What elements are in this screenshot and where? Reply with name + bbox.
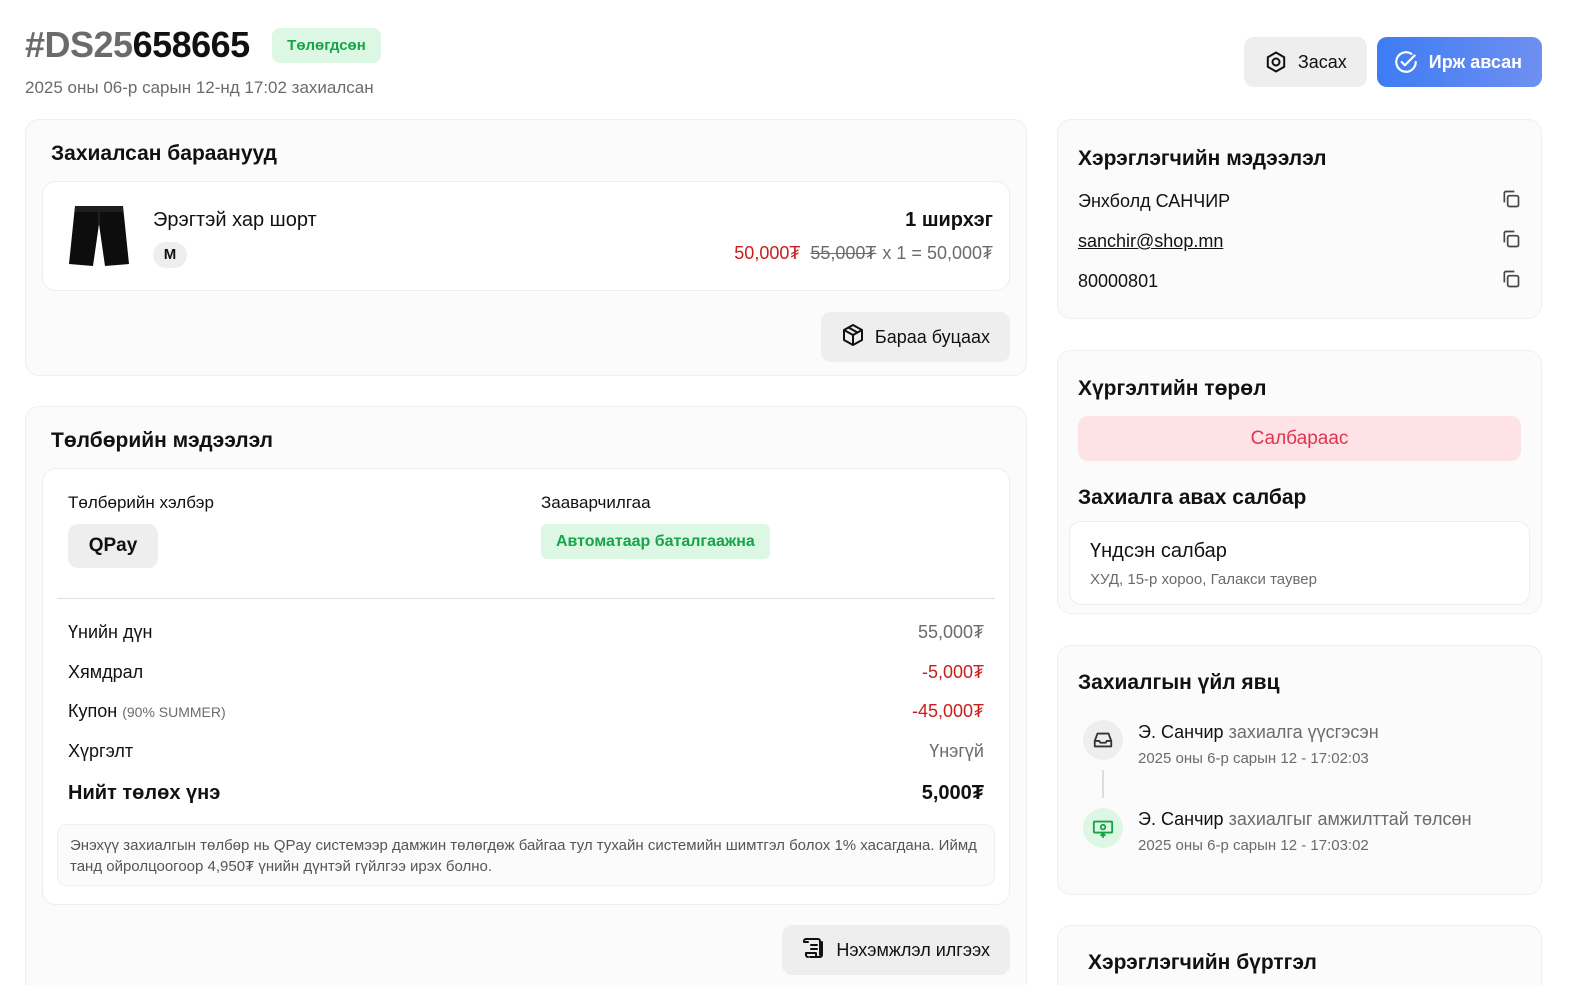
payment-method-chip: QPay — [68, 524, 158, 568]
order-prefix: #DS25 — [25, 24, 133, 65]
customer-name-row: Энхболд САНЧИР — [1078, 189, 1521, 214]
copy-icon[interactable] — [1501, 269, 1521, 294]
copy-icon[interactable] — [1501, 189, 1521, 214]
order-number: 658665 — [132, 24, 251, 65]
timeline-event-title: Э. Санчир захиалгыг амжилттай төлсөн — [1138, 809, 1472, 830]
payment-method-label: Төлбөрийн хэлбэр — [68, 493, 214, 512]
ordered-items-card: Захиалсан бараанууд Эрэгтэй хар шорт M 1… — [25, 119, 1027, 376]
delivery-type-pill: Салбараас — [1078, 416, 1521, 461]
discount-value: -5,000₮ — [921, 662, 984, 682]
total-label: Нийт төлөх үнэ — [68, 782, 221, 804]
payment-note: Энэхүү захиалгын төлбөр нь QPay системээ… — [57, 824, 995, 886]
original-price: 55,000₮ — [810, 243, 877, 263]
branch-name: Үндсэн салбар — [1090, 540, 1227, 562]
check-circle-icon — [1393, 49, 1419, 75]
product-row[interactable]: Эрэгтэй хар шорт M 1 ширхэг 50,000₮ 55,00… — [42, 181, 1010, 291]
coupon-code: (90% SUMMER) — [122, 704, 226, 720]
timeline-actor: Э. Санчир — [1138, 722, 1224, 742]
customer-title: Хэрэглэгчийн мэдээлэл — [1078, 147, 1327, 170]
send-invoice-button[interactable]: Нэхэмжлэл илгээх — [782, 925, 1010, 975]
size-chip: M — [153, 242, 187, 268]
pickup-branch-title: Захиалга авах салбар — [1078, 486, 1307, 509]
gear-icon — [1264, 50, 1288, 74]
copy-icon[interactable] — [1501, 229, 1521, 254]
timeline-connector — [1102, 770, 1104, 798]
customer-name: Энхболд САНЧИР — [1078, 191, 1231, 211]
subtotal-value: 55,000₮ — [917, 622, 984, 642]
ordered-items-title: Захиалсан бараанууд — [51, 142, 277, 165]
delivery-card: Хүргэлтийн төрөл Салбараас Захиалга авах… — [1057, 350, 1542, 614]
payment-title: Төлбөрийн мэдээлэл — [51, 429, 274, 452]
price-calc: x 1 = 50,000₮ — [882, 243, 993, 263]
product-name: Эрэгтэй хар шорт — [153, 209, 317, 231]
inbox-icon — [1083, 720, 1123, 760]
customer-phone: 80000801 — [1078, 271, 1159, 291]
total-value: 5,000₮ — [921, 782, 984, 804]
product-quantity: 1 ширхэг — [905, 209, 993, 231]
timeline-event-title: Э. Санчир захиалга үүсгэсэн — [1138, 722, 1379, 743]
timeline-time: 2025 оны 6-р сарын 12 - 17:02:03 — [1138, 750, 1369, 767]
price-line: 50,000₮ 55,000₮ x 1 = 50,000₮ — [734, 243, 993, 264]
coupon-label: Купон — [68, 701, 118, 721]
payment-divider — [57, 598, 995, 599]
subtotal-row: Үнийн дүн 55,000₮ — [68, 622, 984, 643]
customer-phone-row: 80000801 — [1078, 269, 1521, 294]
customer-email-link[interactable]: sanchir@shop.mn — [1078, 231, 1223, 252]
return-items-button[interactable]: Бараа буцаах — [820, 312, 1010, 362]
sale-price: 50,000₮ — [734, 243, 801, 263]
registration-card: Хэрэглэгчийн бүртгэл — [1057, 925, 1542, 985]
send-invoice-label: Нэхэмжлэл илгээх — [836, 939, 990, 960]
customer-email-row: sanchir@shop.mn — [1078, 229, 1521, 254]
edit-label: Засах — [1297, 51, 1347, 72]
payment-icon — [1083, 808, 1123, 848]
order-header: #DS25658665 Төлөгдсөн 2025 оны 06-р сары… — [25, 24, 381, 98]
payment-card: Төлбөрийн мэдээлэл Төлбөрийн хэлбэр QPay… — [25, 406, 1027, 985]
total-row: Нийт төлөх үнэ 5,000₮ — [68, 782, 984, 805]
status-badge: Төлөгдсөн — [272, 27, 381, 63]
timeline-time: 2025 оны 6-р сарын 12 - 17:03:02 — [1138, 837, 1369, 854]
received-button[interactable]: Ирж авсан — [1376, 37, 1542, 87]
delivery-title: Хүргэлтийн төрөл — [1078, 377, 1267, 400]
product-image — [67, 202, 131, 270]
order-timeline-card: Захиалгын үйл явц Э. Санчир захиалга үүс… — [1057, 645, 1542, 895]
header-actions: Засах Ирж авсан — [1243, 37, 1542, 87]
shipping-value: Үнэгүй — [929, 741, 984, 761]
payment-details: Төлбөрийн хэлбэр QPay Зааварчилгаа Автом… — [42, 468, 1010, 905]
order-date: 2025 оны 06-р сарын 12-нд 17:02 захиалса… — [25, 78, 374, 97]
discount-label: Хямдрал — [68, 662, 144, 682]
return-items-label: Бараа буцаах — [874, 326, 990, 347]
coupon-label-group: Купон (90% SUMMER) — [68, 701, 226, 722]
order-id: #DS25658665 — [25, 24, 250, 66]
received-label: Ирж авсан — [1428, 51, 1522, 72]
coupon-value: -45,000₮ — [911, 701, 984, 721]
timeline-title: Захиалгын үйл явц — [1078, 671, 1280, 694]
timeline-action: захиалгыг амжилттай төлсөн — [1228, 809, 1472, 829]
coupon-row: Купон (90% SUMMER) -45,000₮ — [68, 701, 984, 722]
registration-title: Хэрэглэгчийн бүртгэл — [1088, 951, 1317, 974]
receipt-icon — [802, 936, 826, 965]
discount-row: Хямдрал -5,000₮ — [68, 662, 984, 683]
shipping-row: Хүргэлт Үнэгүй — [68, 741, 984, 762]
timeline-actor: Э. Санчир — [1138, 809, 1224, 829]
package-icon — [841, 323, 865, 352]
customer-card: Хэрэглэгчийн мэдээлэл Энхболд САНЧИР san… — [1057, 119, 1542, 319]
branch-address: ХУД, 15-р хороо, Галакси таувер — [1090, 571, 1317, 588]
timeline-action: захиалга үүсгэсэн — [1228, 722, 1379, 742]
edit-button[interactable]: Засах — [1243, 37, 1367, 87]
subtotal-label: Үнийн дүн — [68, 622, 153, 642]
instruction-label: Зааварчилгаа — [541, 493, 651, 512]
shipping-label: Хүргэлт — [68, 741, 134, 761]
branch-box: Үндсэн салбар ХУД, 15-р хороо, Галакси т… — [1069, 521, 1530, 605]
instruction-chip: Автоматаар баталгаажна — [541, 524, 770, 559]
